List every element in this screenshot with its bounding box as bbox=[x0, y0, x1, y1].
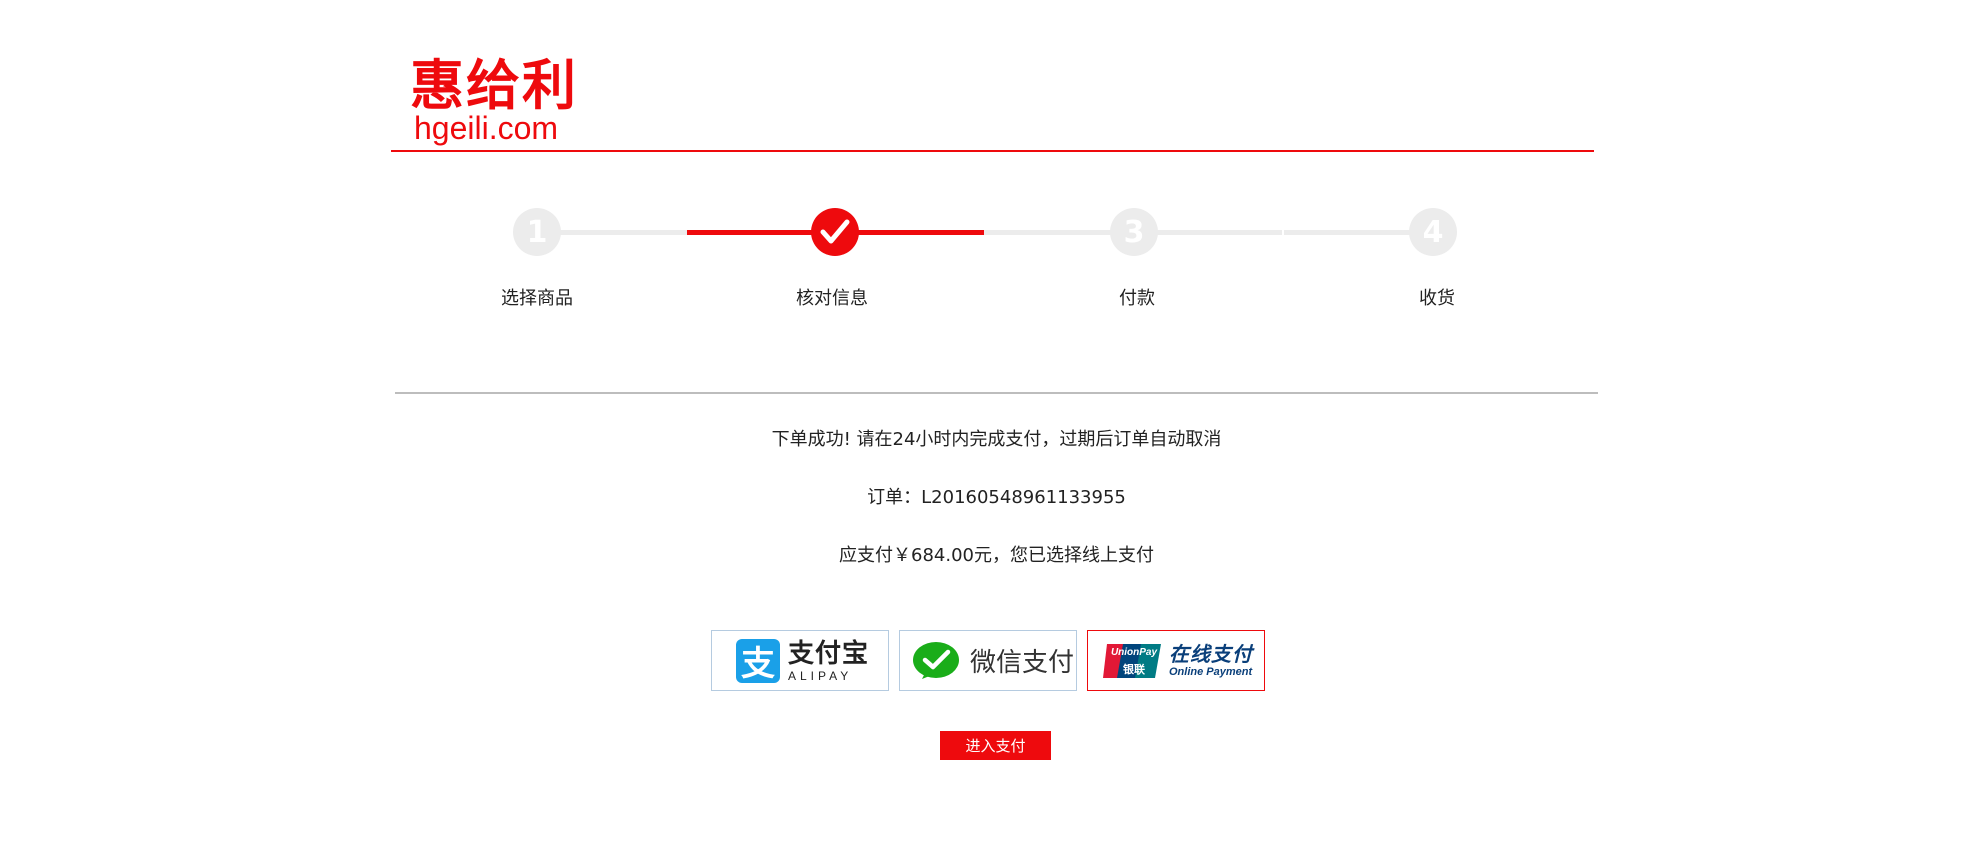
step-4-circle: 4 bbox=[1409, 208, 1457, 256]
alipay-icon: 支 bbox=[736, 638, 780, 684]
alipay-glyph: 支 bbox=[741, 644, 775, 684]
step-4-number: 4 bbox=[1422, 214, 1444, 250]
step-1-circle: 1 bbox=[513, 208, 561, 256]
step-3-label: 付款 bbox=[1119, 288, 1155, 309]
wechat-pay-option[interactable]: 微信支付 bbox=[899, 630, 1077, 691]
alipay-option[interactable]: 支 支付宝 ALIPAY bbox=[711, 630, 889, 691]
step-2-label: 核对信息 bbox=[796, 288, 868, 309]
unionpay-label-en: Online Payment bbox=[1169, 666, 1253, 678]
brand-logo[interactable]: 惠给利 hgeili.com bbox=[410, 56, 590, 148]
brand-domain: hgeili.com bbox=[414, 110, 559, 146]
unionpay-logo-cn: 银联 bbox=[1123, 662, 1145, 676]
check-icon bbox=[820, 219, 850, 244]
unionpay-icon: UnionPay 银联 bbox=[1103, 642, 1163, 680]
enter-payment-button[interactable]: 进入支付 bbox=[940, 731, 1051, 760]
order-success-message: 下单成功! 请在24小时内完成支付，过期后订单自动取消 bbox=[771, 429, 1222, 450]
brand-name-cn: 惠给利 bbox=[410, 54, 578, 117]
header-divider bbox=[391, 150, 1594, 152]
step-3-circle: 3 bbox=[1110, 208, 1158, 256]
step-1-number: 1 bbox=[526, 214, 548, 250]
section-divider bbox=[395, 392, 1598, 394]
wechat-pay-icon bbox=[912, 641, 960, 681]
unionpay-logo-text: UnionPay bbox=[1110, 646, 1158, 658]
alipay-label-en: ALIPAY bbox=[788, 668, 853, 683]
unionpay-label-cn: 在线支付 bbox=[1169, 642, 1253, 666]
alipay-label-cn: 支付宝 bbox=[788, 638, 870, 669]
step-1-label: 选择商品 bbox=[501, 288, 573, 309]
step-2-circle bbox=[811, 208, 859, 256]
step-connector-1 bbox=[540, 230, 687, 235]
step-4-label: 收货 bbox=[1419, 288, 1455, 309]
unionpay-option[interactable]: UnionPay 银联 在线支付 Online Payment bbox=[1087, 630, 1265, 691]
wechat-pay-label: 微信支付 bbox=[970, 648, 1075, 678]
step-3-number: 3 bbox=[1123, 214, 1145, 250]
payment-amount: 应支付￥684.00元，您已选择线上支付 bbox=[839, 545, 1154, 566]
order-number: 订单：L20160548961133955 bbox=[867, 487, 1126, 508]
